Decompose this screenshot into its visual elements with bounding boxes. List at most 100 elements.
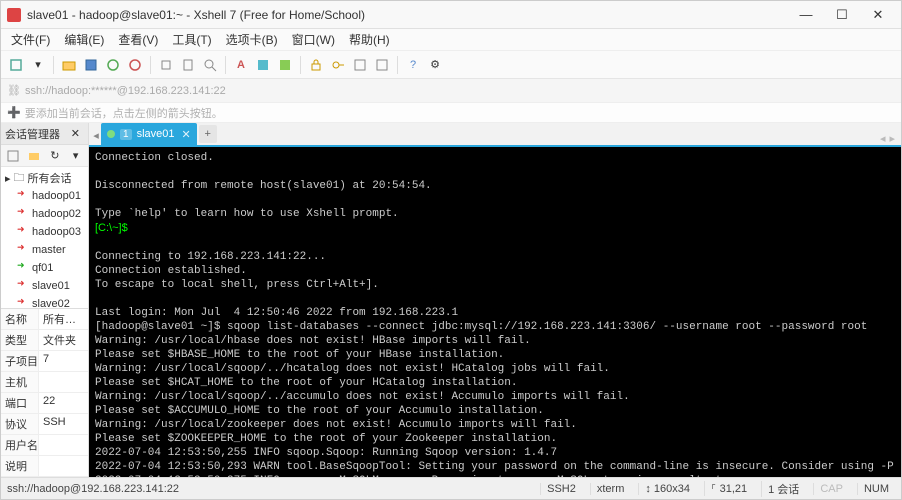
- prop-value: [39, 372, 88, 392]
- prop-value: 所有…: [39, 309, 88, 329]
- prop-value: 22: [39, 393, 88, 413]
- key-icon[interactable]: [329, 56, 347, 74]
- prop-value: [39, 435, 88, 455]
- prop-key: 端口: [1, 393, 39, 413]
- minimize-button[interactable]: ―: [789, 5, 823, 25]
- collapse-icon: ▸: [5, 172, 11, 185]
- prop-row: 子项目7: [1, 351, 88, 372]
- sidebar-folder-icon[interactable]: [26, 147, 43, 165]
- status-num: NUM: [857, 483, 895, 495]
- prop-key: 主机: [1, 372, 39, 392]
- session-label: hadoop02: [32, 208, 81, 220]
- prop-value: [39, 456, 88, 476]
- session-item-slave01[interactable]: slave01: [1, 277, 88, 295]
- maximize-button[interactable]: ☐: [825, 5, 859, 25]
- status-cap: CAP: [813, 483, 849, 495]
- menu-tools[interactable]: 工具(T): [166, 29, 217, 50]
- properties: 名称所有…类型文件夹子项目7主机端口22协议SSH用户名说明: [1, 308, 88, 477]
- gear-icon[interactable]: ⚙: [426, 56, 444, 74]
- prop-row: 协议SSH: [1, 414, 88, 435]
- status-ssh: SSH2: [540, 483, 582, 495]
- hintbar: ➕ 要添加当前会话，点击左侧的箭头按钮。: [1, 103, 901, 123]
- menu-file[interactable]: 文件(F): [5, 29, 56, 50]
- session-item-master[interactable]: master: [1, 241, 88, 259]
- prop-value: 文件夹: [39, 330, 88, 350]
- link-icon: ⛓: [7, 84, 21, 97]
- plus-icon[interactable]: ➕: [7, 106, 21, 119]
- tab-slave01[interactable]: 1 slave01 ✕: [101, 123, 197, 145]
- tab-nav-prev-icon[interactable]: ◂: [880, 132, 886, 145]
- open-icon[interactable]: [60, 56, 78, 74]
- tab-nav-left-icon[interactable]: ◂: [91, 125, 101, 145]
- session-label: master: [32, 244, 66, 256]
- sidebar-new-icon[interactable]: [5, 147, 22, 165]
- prop-key: 协议: [1, 414, 39, 434]
- tree-root[interactable]: ▸ 🗀 所有会话: [1, 169, 88, 187]
- session-item-hadoop03[interactable]: hadoop03: [1, 223, 88, 241]
- session-item-slave02[interactable]: slave02: [1, 295, 88, 308]
- session-label: hadoop01: [32, 190, 81, 202]
- new-tab-button[interactable]: +: [199, 125, 217, 143]
- terminal[interactable]: Connection closed. Disconnected from rem…: [89, 147, 901, 477]
- session-icon: [19, 263, 29, 273]
- search-icon[interactable]: [201, 56, 219, 74]
- paste-icon[interactable]: [179, 56, 197, 74]
- prop-row: 主机: [1, 372, 88, 393]
- disconnect-icon[interactable]: [126, 56, 144, 74]
- sidebar-title: 会话管理器: [5, 126, 60, 142]
- connection-status-icon: [107, 130, 115, 138]
- tab-close-icon[interactable]: ✕: [181, 128, 190, 141]
- fullscreen-icon[interactable]: [373, 56, 391, 74]
- session-icon: [19, 245, 29, 255]
- toolbar: ▾ A ? ⚙: [1, 51, 901, 79]
- session-item-hadoop01[interactable]: hadoop01: [1, 187, 88, 205]
- status-sessions: 1 会话: [761, 481, 805, 497]
- prop-key: 说明: [1, 456, 39, 476]
- prop-value: 7: [39, 351, 88, 371]
- prop-key: 用户名: [1, 435, 39, 455]
- dropdown-icon[interactable]: ▾: [29, 56, 47, 74]
- prop-row: 类型文件夹: [1, 330, 88, 351]
- statusbar: ssh://hadoop@192.168.223.141:22 SSH2 xte…: [1, 477, 901, 499]
- reconnect-icon[interactable]: [104, 56, 122, 74]
- hint-text: 要添加当前会话，点击左侧的箭头按钮。: [25, 105, 223, 121]
- tab-nav-next-icon[interactable]: ▸: [889, 132, 895, 145]
- script-icon[interactable]: [351, 56, 369, 74]
- close-button[interactable]: ✕: [861, 5, 895, 25]
- status-term: xterm: [590, 483, 631, 495]
- new-session-icon[interactable]: [7, 56, 25, 74]
- status-size: ↕ 160x34: [638, 483, 696, 495]
- prop-key: 名称: [1, 309, 39, 329]
- window-title: slave01 - hadoop@slave01:~ - Xshell 7 (F…: [27, 8, 789, 22]
- sidebar-refresh-icon[interactable]: ↻: [47, 147, 64, 165]
- sidebar-close-icon[interactable]: ✕: [67, 127, 84, 140]
- save-icon[interactable]: [82, 56, 100, 74]
- prop-value: SSH: [39, 414, 88, 434]
- color-icon[interactable]: [254, 56, 272, 74]
- addressbar[interactable]: ⛓ ssh://hadoop:******@192.168.223.141:22: [1, 79, 901, 103]
- folder-icon: 🗀: [14, 169, 25, 188]
- prop-row: 说明: [1, 456, 88, 477]
- app-icon: [7, 8, 21, 22]
- session-label: hadoop03: [32, 226, 81, 238]
- session-icon: [19, 191, 29, 201]
- menu-window[interactable]: 窗口(W): [286, 29, 341, 50]
- help-icon[interactable]: ?: [404, 56, 422, 74]
- copy-icon[interactable]: [157, 56, 175, 74]
- menu-edit[interactable]: 编辑(E): [58, 29, 110, 50]
- theme-icon[interactable]: [276, 56, 294, 74]
- session-label: slave01: [32, 280, 70, 292]
- session-item-qf01[interactable]: qf01: [1, 259, 88, 277]
- sidebar: 会话管理器 ✕ ↻ ▾ ▸ 🗀 所有会话 hadoop01 hadoop02 had…: [1, 123, 89, 477]
- session-icon: [19, 281, 29, 291]
- sidebar-more-icon[interactable]: ▾: [67, 147, 84, 165]
- menu-tabs[interactable]: 选项卡(B): [220, 29, 284, 50]
- titlebar: slave01 - hadoop@slave01:~ - Xshell 7 (F…: [1, 1, 901, 29]
- lock-icon[interactable]: [307, 56, 325, 74]
- font-icon[interactable]: A: [232, 56, 250, 74]
- session-item-hadoop02[interactable]: hadoop02: [1, 205, 88, 223]
- tab-label: slave01: [137, 128, 175, 140]
- menu-help[interactable]: 帮助(H): [343, 29, 396, 50]
- prop-key: 子项目: [1, 351, 39, 371]
- menu-view[interactable]: 查看(V): [112, 29, 164, 50]
